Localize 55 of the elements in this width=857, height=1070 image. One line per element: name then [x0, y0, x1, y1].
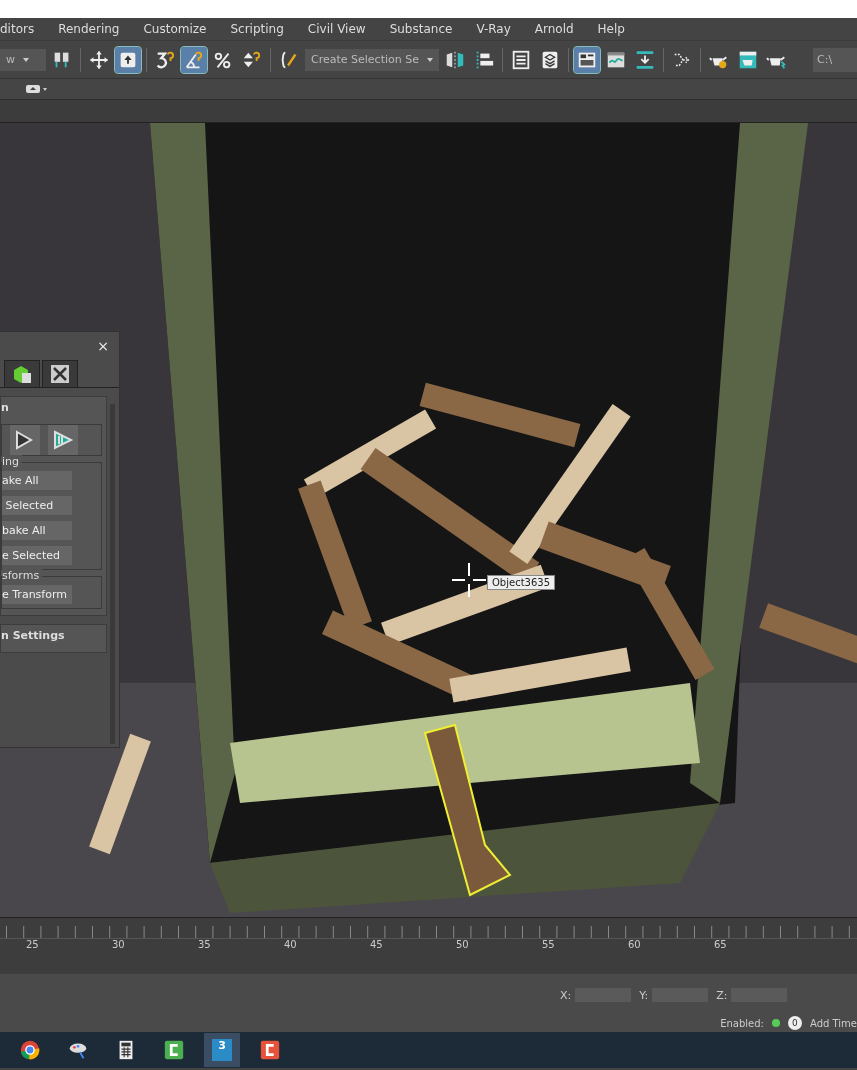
crosshair-cursor-icon — [452, 563, 486, 597]
frame-number: 30 — [112, 939, 125, 950]
frame-number: 40 — [284, 939, 297, 950]
rollout-title[interactable]: n — [1, 401, 9, 414]
ribbon-icon[interactable] — [574, 46, 600, 73]
group-label: ing — [2, 455, 22, 468]
coordinate-label: X: — [560, 988, 572, 1002]
angle-snap-icon[interactable] — [181, 46, 207, 73]
menu-item[interactable]: Scripting — [230, 22, 284, 36]
path-field[interactable]: C:\ — [813, 47, 857, 72]
menu-item[interactable]: Rendering — [58, 22, 120, 36]
play-icon[interactable] — [10, 425, 40, 455]
object-tooltip: Object3635 — [487, 575, 556, 590]
status-dot — [772, 1019, 780, 1027]
panel-button[interactable]: ake All — [2, 471, 72, 490]
bracket-app-icon — [163, 1039, 185, 1061]
selection-set-dropdown[interactable]: Create Selection Se — [305, 48, 439, 71]
panel-tab[interactable] — [4, 360, 40, 388]
panel-button[interactable]: e Selected — [2, 546, 72, 565]
menu-item[interactable]: V-Ray — [476, 22, 511, 36]
close-button[interactable]: × — [97, 338, 109, 354]
panel-button[interactable]: Selected — [2, 496, 72, 515]
tools-icon — [49, 364, 71, 384]
frame-number: 45 — [370, 939, 383, 950]
select-object-icon[interactable] — [115, 46, 141, 73]
frame-number: 55 — [542, 939, 555, 950]
menu-item[interactable]: Customize — [143, 22, 207, 36]
add-time-tag[interactable]: Add Time — [810, 1017, 857, 1029]
bracket-app-icon — [259, 1039, 281, 1061]
menu-item[interactable]: Arnold — [534, 22, 574, 36]
frame-number: 35 — [198, 939, 211, 950]
enabled-label: Enabled: — [720, 1017, 764, 1029]
browser-icon — [19, 1039, 41, 1061]
frame-number: 50 — [456, 939, 469, 950]
frame-number: 65 — [714, 939, 727, 950]
app-icon: 3 — [212, 1039, 232, 1061]
panel-button[interactable]: bake All — [2, 521, 72, 540]
menu-item[interactable]: ditors — [0, 22, 35, 36]
panel-tab[interactable] — [42, 360, 78, 388]
frame-number: 60 — [628, 939, 641, 950]
menu-item[interactable]: Civil View — [307, 22, 366, 36]
panel-button[interactable]: e Transform — [2, 585, 72, 604]
coordinate-label: Y: — [639, 988, 649, 1002]
viewport-layout-icon[interactable] — [26, 84, 48, 94]
coordinate-label: Z: — [716, 988, 728, 1002]
menu-item[interactable]: Help — [597, 22, 625, 36]
frame-number: 25 — [26, 939, 39, 950]
taskbar-button[interactable]: 3 — [204, 1033, 240, 1067]
menu-item[interactable]: Substance — [389, 22, 453, 36]
count-badge: 0 — [788, 1016, 802, 1030]
fast-play-icon[interactable] — [48, 425, 78, 455]
dropdown[interactable]: w — [0, 48, 46, 71]
rollout-title[interactable]: n Settings — [1, 629, 65, 642]
group-label: sforms — [2, 569, 43, 582]
cube-icon — [11, 364, 33, 384]
